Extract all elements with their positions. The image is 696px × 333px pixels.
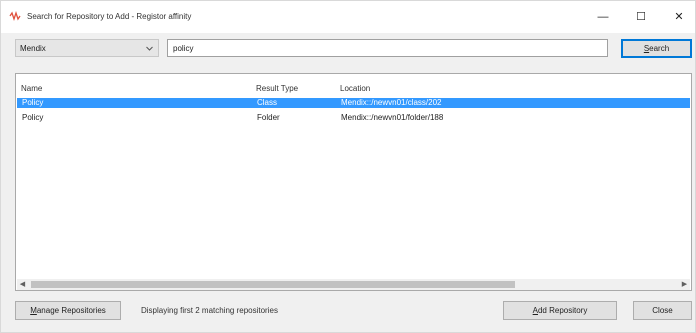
minimize-button[interactable]: — (591, 7, 615, 27)
scroll-left-icon[interactable]: ◀ (17, 279, 28, 290)
row-location: Mendix::/newvn01/class/202 (341, 98, 442, 107)
manage-repositories-button[interactable]: Manage Repositories (15, 301, 121, 320)
row-location: Mendix::/newvn01/folder/188 (341, 113, 444, 122)
repository-dropdown[interactable]: Mendix (15, 39, 159, 57)
results-list[interactable]: Name Result Type Location Policy Class M… (15, 73, 692, 291)
row-name: Policy (22, 98, 44, 107)
maximize-button[interactable]: ☐ (629, 7, 653, 27)
row-result-type: Class (257, 98, 278, 107)
column-header-result-type[interactable]: Result Type (256, 84, 298, 93)
status-text: Displaying first 2 matching repositories (141, 306, 278, 315)
dialog-window: Search for Repository to Add - Registor … (0, 0, 696, 333)
add-button-label: dd Repository (537, 306, 588, 315)
row-result-type: Folder (257, 113, 280, 122)
row-name: Policy (22, 113, 44, 122)
title-bar[interactable]: Search for Repository to Add - Registor … (1, 1, 695, 33)
add-repository-button[interactable]: Add Repository (503, 301, 617, 320)
chevron-down-icon (146, 46, 153, 51)
search-button[interactable]: Search (621, 39, 692, 58)
table-row[interactable]: Policy Class Mendix::/newvn01/class/202 (17, 98, 690, 108)
column-header-location[interactable]: Location (340, 84, 370, 93)
close-window-button[interactable]: ✕ (667, 7, 691, 27)
results-header: Name Result Type Location (16, 74, 691, 98)
horizontal-scrollbar[interactable]: ◀ ▶ (17, 279, 690, 290)
search-input[interactable] (167, 39, 608, 57)
column-header-name[interactable]: Name (21, 84, 42, 93)
search-button-label: earch (649, 44, 670, 53)
scroll-right-icon[interactable]: ▶ (679, 279, 690, 290)
table-row[interactable]: Policy Folder Mendix::/newvn01/folder/18… (17, 113, 690, 123)
window-title: Search for Repository to Add - Registor … (27, 12, 192, 21)
repository-dropdown-value: Mendix (20, 44, 46, 53)
manage-button-mnemonic: M (30, 306, 37, 315)
close-button[interactable]: Close (633, 301, 692, 320)
scrollbar-thumb[interactable] (31, 281, 515, 288)
manage-button-label: anage Repositories (36, 306, 106, 315)
app-logo-icon (9, 10, 21, 22)
